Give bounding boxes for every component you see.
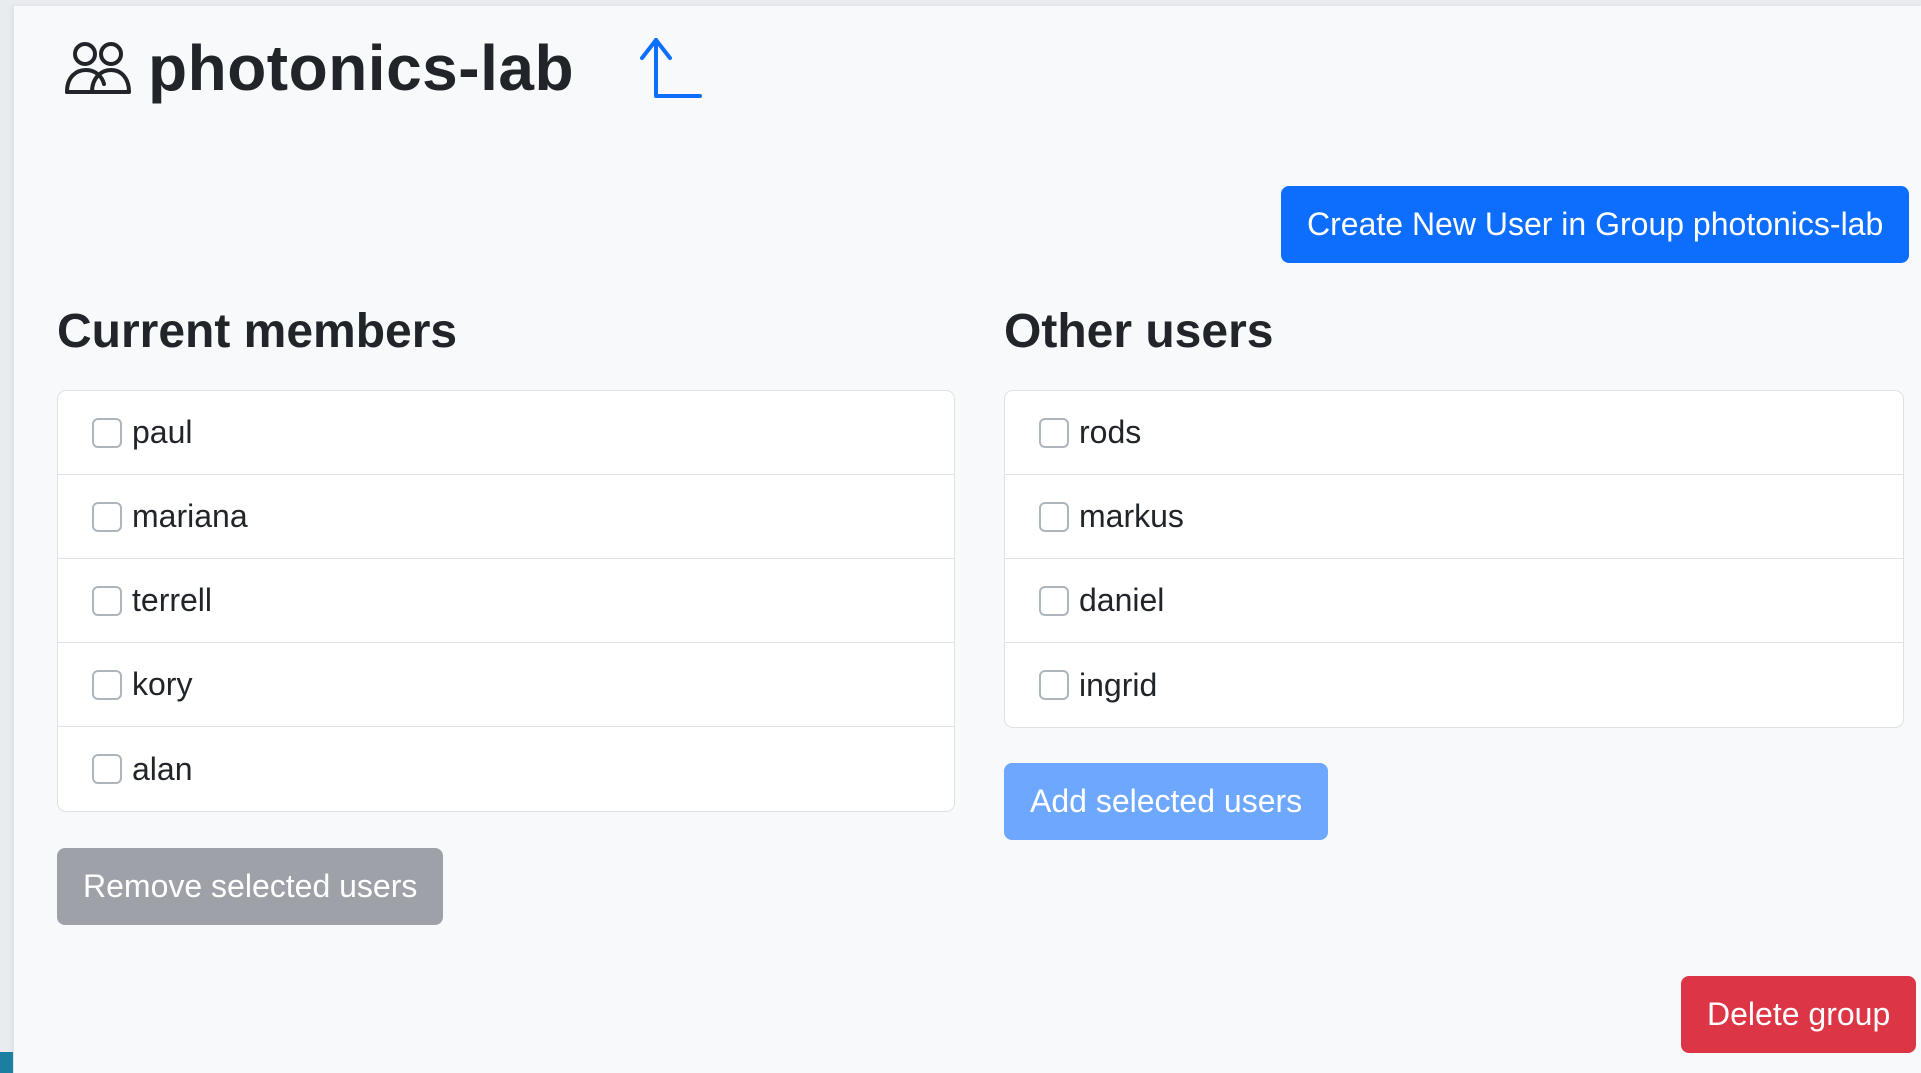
sidebar-edge [0,1052,13,1073]
user-name: markus [1079,498,1184,534]
group-detail-panel: photonics-lab Create New User in Group p… [14,6,1921,1073]
delete-group-button[interactable]: Delete group [1681,976,1917,1053]
user-name: rods [1079,414,1142,450]
user-name: alan [132,750,193,787]
list-item[interactable]: paul [58,391,954,475]
user-checkbox[interactable] [92,501,122,532]
user-checkbox[interactable] [1039,670,1069,700]
user-name: terrell [132,582,213,618]
user-name: daniel [1079,582,1165,618]
user-checkbox[interactable] [1039,501,1069,532]
user-checkbox[interactable] [92,417,122,448]
arrow-up-icon[interactable] [636,36,704,100]
list-item[interactable]: terrell [58,559,954,643]
current-members-list: paul mariana terrell kory alan [57,390,955,812]
other-users-heading: Other users [1004,305,1274,358]
people-icon [64,38,132,98]
list-item[interactable]: mariana [58,475,954,559]
list-item[interactable]: rods [1005,391,1903,475]
user-name: kory [132,666,193,702]
user-name: paul [132,414,193,450]
list-item[interactable]: kory [58,643,954,727]
user-checkbox[interactable] [92,669,122,700]
list-item[interactable]: ingrid [1005,643,1903,727]
user-checkbox[interactable] [92,754,122,784]
remove-selected-users-button[interactable]: Remove selected users [57,848,444,925]
list-item[interactable]: alan [58,727,954,811]
create-user-button[interactable]: Create New User in Group photonics-lab [1281,186,1910,263]
other-users-list: rods markus daniel ingrid [1004,390,1904,728]
user-checkbox[interactable] [1039,585,1069,616]
add-selected-users-button[interactable]: Add selected users [1004,763,1329,840]
list-item[interactable]: daniel [1005,559,1903,643]
user-name: ingrid [1079,666,1158,703]
user-checkbox[interactable] [1039,417,1069,448]
current-members-heading: Current members [57,305,458,358]
user-checkbox[interactable] [92,585,122,616]
user-name: mariana [132,498,248,534]
page-title: photonics-lab [148,32,575,104]
list-item[interactable]: markus [1005,475,1903,559]
page-header: photonics-lab [64,28,704,108]
